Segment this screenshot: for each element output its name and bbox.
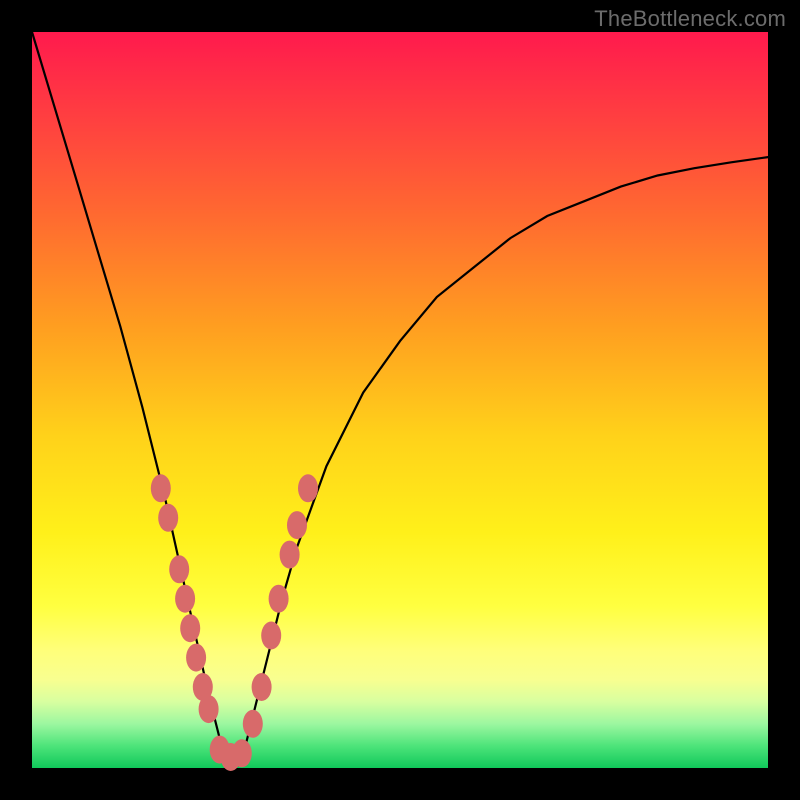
highlight-dot xyxy=(243,710,263,738)
chart-frame: TheBottleneck.com xyxy=(0,0,800,800)
bottleneck-curve xyxy=(32,32,768,768)
highlight-dot xyxy=(287,511,307,539)
highlight-dot xyxy=(261,622,281,650)
highlight-dot xyxy=(280,541,300,569)
watermark-label: TheBottleneck.com xyxy=(594,6,786,32)
highlight-dot xyxy=(199,695,219,723)
highlight-dot xyxy=(186,644,206,672)
highlight-dot xyxy=(298,474,318,502)
marker-group xyxy=(151,474,318,771)
highlight-dot xyxy=(232,739,252,767)
highlight-dot xyxy=(269,585,289,613)
highlight-dot xyxy=(169,555,189,583)
highlight-dot xyxy=(252,673,272,701)
highlight-dot xyxy=(151,474,171,502)
plot-area xyxy=(32,32,768,768)
highlight-dot xyxy=(180,614,200,642)
highlight-dot xyxy=(175,585,195,613)
curve-layer xyxy=(32,32,768,768)
highlight-dot xyxy=(158,504,178,532)
